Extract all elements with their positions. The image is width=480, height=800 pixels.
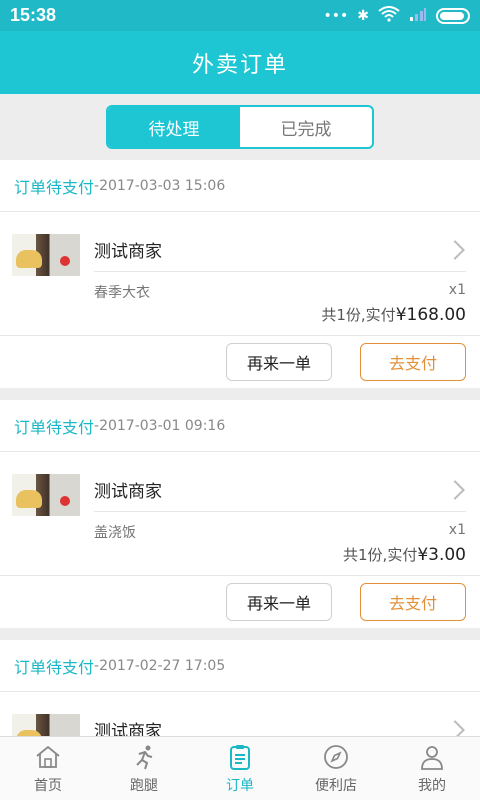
order-date: -2017-03-03 15:06 bbox=[94, 177, 226, 194]
tabbar-item-orders[interactable]: 订单 bbox=[192, 737, 288, 800]
total-prefix: 共1份,实付 bbox=[321, 306, 396, 324]
tab-completed[interactable]: 已完成 bbox=[240, 107, 372, 147]
bluetooth-icon: ✱ bbox=[357, 7, 369, 24]
status-bar: 15:38 ••• ✱ bbox=[0, 0, 480, 31]
product-thumbnail bbox=[12, 474, 80, 516]
bottom-tab-bar: 首页 跑腿 订单 便利店 我的 bbox=[0, 736, 480, 800]
total-price: ¥3.00 bbox=[417, 545, 466, 565]
tabbar-item-me[interactable]: 我的 bbox=[384, 737, 480, 800]
order-body[interactable]: 测试商家 春季大衣 x1 共1份,实付¥168.00 bbox=[0, 212, 480, 336]
order-date: -2017-02-27 17:05 bbox=[94, 657, 226, 674]
reorder-button[interactable]: 再来一单 bbox=[226, 343, 332, 381]
order-header: 订单待支付 -2017-03-03 15:06 bbox=[0, 160, 480, 212]
shop-row[interactable]: 测试商家 bbox=[94, 468, 466, 512]
order-total: 共1份,实付¥3.00 bbox=[343, 544, 466, 565]
home-icon bbox=[36, 745, 60, 768]
compass-icon bbox=[324, 744, 348, 769]
runner-icon bbox=[136, 745, 153, 769]
tabbar-label: 便利店 bbox=[315, 777, 357, 794]
shop-name: 测试商家 bbox=[94, 242, 162, 262]
item-name: 春季大衣 bbox=[94, 285, 150, 301]
item-row: 春季大衣 x1 bbox=[94, 282, 466, 302]
order-header: 订单待支付 -2017-03-01 09:16 bbox=[0, 400, 480, 452]
more-icon: ••• bbox=[323, 7, 349, 24]
order-body[interactable]: 测试商家 bbox=[0, 692, 480, 736]
order-total: 共1份,实付¥168.00 bbox=[321, 304, 466, 325]
tabbar-label: 跑腿 bbox=[130, 777, 158, 794]
pay-button[interactable]: 去支付 bbox=[360, 343, 466, 381]
shop-name: 测试商家 bbox=[94, 482, 162, 502]
wifi-icon bbox=[378, 5, 400, 26]
item-qty: x1 bbox=[448, 282, 466, 298]
chevron-right-icon bbox=[445, 719, 465, 736]
order-status: 订单待支付 bbox=[14, 177, 95, 197]
chevron-right-icon bbox=[445, 239, 465, 260]
app-bar: 外卖订单 bbox=[0, 31, 480, 94]
tabbar-label: 我的 bbox=[418, 777, 446, 794]
tabbar-item-store[interactable]: 便利店 bbox=[288, 737, 384, 800]
order-card: 订单待支付 -2017-03-03 15:06 测试商家 春季大衣 x1 共1份… bbox=[0, 160, 480, 388]
user-icon bbox=[421, 745, 443, 770]
segment-tabs-container: 待处理 已完成 bbox=[0, 94, 480, 160]
tabbar-label: 首页 bbox=[34, 777, 62, 794]
order-status: 订单待支付 bbox=[14, 417, 95, 437]
order-card: 订单待支付 -2017-03-01 09:16 测试商家 盖浇饭 x1 共1份,… bbox=[0, 400, 480, 628]
pay-button[interactable]: 去支付 bbox=[360, 583, 466, 621]
order-status: 订单待支付 bbox=[14, 657, 95, 677]
status-icons: ••• ✱ bbox=[323, 5, 470, 26]
item-row: 盖浇饭 x1 bbox=[94, 522, 466, 542]
segment-tabs: 待处理 已完成 bbox=[106, 105, 374, 149]
order-list[interactable]: 订单待支付 -2017-03-03 15:06 测试商家 春季大衣 x1 共1份… bbox=[0, 160, 480, 736]
status-time: 15:38 bbox=[10, 5, 57, 25]
chevron-right-icon bbox=[445, 479, 465, 500]
signal-icon bbox=[409, 6, 427, 26]
reorder-button[interactable]: 再来一单 bbox=[226, 583, 332, 621]
order-date: -2017-03-01 09:16 bbox=[94, 417, 226, 434]
order-body[interactable]: 测试商家 盖浇饭 x1 共1份,实付¥3.00 bbox=[0, 452, 480, 576]
shop-name: 测试商家 bbox=[94, 722, 162, 736]
tabbar-item-errand[interactable]: 跑腿 bbox=[96, 737, 192, 800]
item-name: 盖浇饭 bbox=[94, 525, 136, 541]
order-icon bbox=[230, 744, 250, 770]
product-thumbnail bbox=[12, 714, 80, 736]
total-prefix: 共1份,实付 bbox=[343, 546, 418, 564]
item-qty: x1 bbox=[448, 522, 466, 538]
total-price: ¥168.00 bbox=[395, 305, 466, 325]
order-actions: 再来一单 去支付 bbox=[0, 336, 480, 388]
tabbar-label: 订单 bbox=[226, 777, 254, 794]
tab-pending[interactable]: 待处理 bbox=[108, 107, 240, 147]
order-card: 订单待支付 -2017-02-27 17:05 测试商家 bbox=[0, 640, 480, 736]
shop-row[interactable]: 测试商家 bbox=[94, 708, 466, 736]
shop-row[interactable]: 测试商家 bbox=[94, 228, 466, 272]
order-actions: 再来一单 去支付 bbox=[0, 576, 480, 628]
battery-icon bbox=[436, 7, 470, 24]
product-thumbnail bbox=[12, 234, 80, 276]
page-title: 外卖订单 bbox=[191, 52, 288, 78]
tabbar-item-home[interactable]: 首页 bbox=[0, 737, 96, 800]
order-header: 订单待支付 -2017-02-27 17:05 bbox=[0, 640, 480, 692]
